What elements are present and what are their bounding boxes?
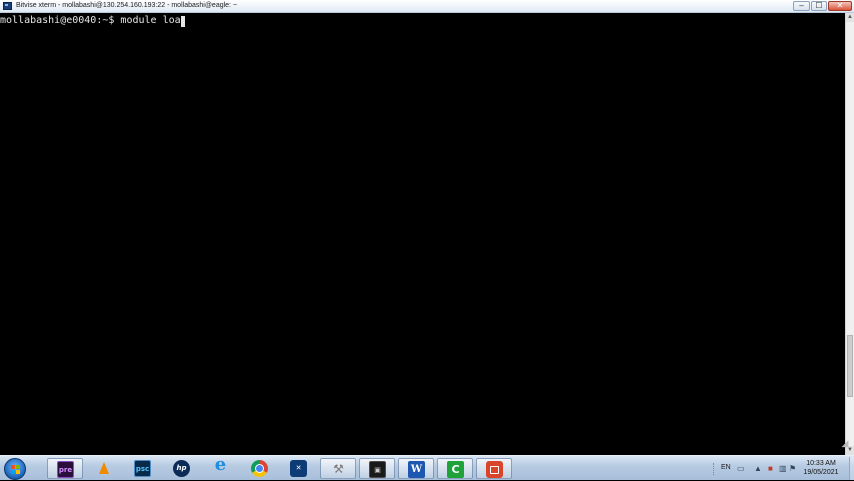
security-icon[interactable]: ■ — [768, 465, 773, 473]
resize-grip-icon[interactable]: ◢ — [838, 436, 852, 450]
camtasia-icon: C — [447, 461, 464, 478]
premiere-icon: pre — [57, 461, 74, 478]
clock-time: 10:33 AM — [806, 460, 836, 467]
bitvise-icon: ▣ — [369, 461, 386, 478]
shell-prompt: mollabashi@e0040:~$ — [0, 15, 121, 26]
internet-explorer-icon — [212, 456, 229, 477]
tools-icon: ⚒ — [333, 462, 344, 476]
taskbar-button-vlc[interactable] — [86, 458, 122, 479]
scroll-up-arrow-icon[interactable]: ▲ — [846, 13, 854, 22]
taskbar: pre psc hp ✕ ⚒ ▣ W C EN ▭ ▲ ■ ▥ ⚑ 10:33 AM 19/0… — [0, 455, 854, 480]
flag-icon[interactable]: ⚑ — [789, 465, 796, 473]
system-tray: EN ▭ ▲ ■ ▥ ⚑ 10:33 AM 19/05/2021 — [710, 456, 854, 481]
photoshop-icon: psc — [134, 460, 151, 477]
taskbar-button-bitvise[interactable]: ▣ — [359, 458, 395, 479]
terminal-line: mollabashi@e0040:~$ module loa — [0, 14, 185, 28]
terminal-window: Bitvise xterm - mollabashi@130.254.160.1… — [0, 0, 854, 455]
taskbar-button-internet-explorer[interactable] — [203, 456, 239, 479]
chrome-icon — [251, 460, 268, 477]
taskbar-button-tools[interactable]: ⚒ — [320, 458, 356, 479]
window-title: Bitvise xterm - mollabashi@130.254.160.1… — [16, 2, 238, 9]
show-desktop-button[interactable] — [849, 457, 854, 480]
word-icon: W — [408, 461, 425, 478]
taskbar-button-photoshop[interactable]: psc — [125, 458, 161, 479]
minimize-button[interactable]: – — [793, 1, 810, 11]
terminal-area[interactable]: mollabashi@e0040:~$ module loa — [0, 13, 845, 455]
taskbar-button-premiere[interactable]: pre — [47, 458, 83, 479]
taskbar-button-chrome[interactable] — [242, 458, 278, 479]
clock-date: 19/05/2021 — [803, 469, 839, 476]
typed-command: module loa — [120, 15, 181, 26]
clock[interactable]: 10:33 AM 19/05/2021 — [798, 459, 844, 477]
taskbar-button-camtasia[interactable]: C — [437, 458, 473, 479]
close-button[interactable]: ✕ — [828, 1, 852, 11]
maximize-button[interactable]: ☐ — [811, 1, 827, 11]
vertical-scrollbar[interactable]: ▲ ▼ — [845, 13, 854, 455]
text-cursor — [180, 15, 185, 27]
network-icon[interactable]: ▥ — [779, 465, 787, 473]
vlc-icon — [95, 460, 112, 477]
hp-icon: hp — [173, 460, 190, 477]
taskbar-button-recorder[interactable] — [476, 458, 512, 479]
tray-grip[interactable] — [713, 463, 716, 475]
taskbar-button-shield[interactable]: ✕ — [281, 458, 317, 479]
language-indicator[interactable]: EN — [721, 464, 731, 471]
recorder-icon — [486, 461, 503, 478]
taskbar-button-word[interactable]: W — [398, 458, 434, 479]
scroll-thumb[interactable] — [847, 335, 853, 397]
bitvise-app-icon[interactable] — [3, 2, 12, 10]
chevron-up-icon[interactable]: ▲ — [754, 465, 762, 473]
taskbar-button-hp[interactable]: hp — [164, 458, 200, 479]
title-bar[interactable]: Bitvise xterm - mollabashi@130.254.160.1… — [0, 0, 854, 13]
shield-icon: ✕ — [290, 460, 307, 477]
start-button[interactable] — [4, 458, 26, 480]
keyboard-icon[interactable]: ▭ — [737, 465, 745, 473]
